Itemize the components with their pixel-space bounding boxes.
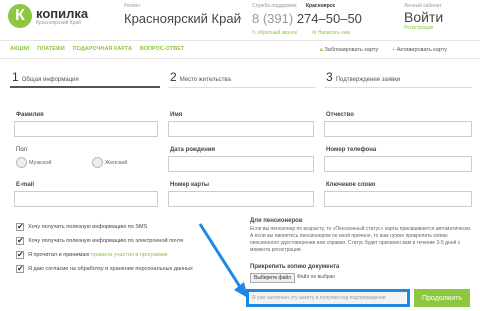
step-label: Место жительства [179,77,231,83]
gender-male-label: Мужской [29,160,52,166]
plus-icon: + [392,47,396,53]
keyword-label: Ключевое слово [326,182,376,188]
rules-text: Я прочитал и принимаю [28,252,91,258]
write-us-link[interactable]: ✉ Написать нам [312,30,350,36]
step-progress [324,87,472,88]
phone-number: 274–50–50 [296,11,362,26]
nav-item-payments[interactable]: ПЛАТЕЖИ [37,46,64,52]
confirm-code-field[interactable]: Я уже заполнил эту анкету и получил код … [250,292,406,304]
login-link[interactable]: Войти [404,9,443,25]
region-label: Регион [124,3,141,9]
step-number: 3 [326,70,333,84]
phone-input[interactable] [324,156,472,172]
logo-subtitle: Красноярский Край [36,20,81,26]
choose-file-button[interactable]: Выберите файл [250,273,296,283]
surname-label: Фамилия [16,112,44,118]
step-label: Общая информация [21,77,79,83]
surname-input[interactable] [14,121,158,137]
email-input[interactable] [14,191,158,207]
birthdate-input[interactable] [168,156,314,172]
step-progress-active [10,86,160,88]
email-checkbox[interactable]: ✔ [16,237,24,245]
nav-divider [0,58,480,59]
step-label: Подтверждение заявки [335,77,401,83]
name-label: Имя [170,112,183,118]
register-link[interactable]: Регистрация [404,25,433,31]
attach-title: Прикрепить копию документа [250,264,340,270]
consent-checkbox[interactable]: ✔ [16,265,24,273]
continue-button[interactable]: Продолжить [414,289,470,307]
step-residence: 2 Место жительства [170,70,231,84]
card-number-label: Номер карты [170,182,210,188]
patronymic-input[interactable] [324,121,472,137]
lock-icon: 🔒︎ [320,47,323,53]
step-confirmation: 3 Подтверждение заявки [326,70,400,84]
chevron-down-icon[interactable]: ▾ [238,15,242,23]
name-input[interactable] [168,121,314,137]
phone-prefix: 8 (391) [252,11,294,26]
logo-icon[interactable]: К [8,4,32,28]
step-general-info: 1 Общая информация [12,70,79,84]
step-number: 1 [12,70,19,84]
step-number: 2 [170,70,177,84]
support-phone: 8 (391) 274–50–50 [252,11,362,26]
logo-text[interactable]: копилка [36,6,88,21]
phone-label: Номер телефона [326,147,377,153]
email-label: E-mail [16,182,35,188]
keyword-input[interactable] [324,191,472,207]
nav-item-promotions[interactable]: АКЦИИ [10,46,29,52]
pensioners-title: Для пенсионеров [250,218,303,224]
support-label: Служба поддержки [252,3,297,9]
callback-link[interactable]: ↻ обратный звонок [252,30,297,36]
step-progress [168,87,316,88]
gender-female-label: Женский [105,160,128,166]
sms-checkbox-label: Хочу получать полезную информацию по SMS [28,224,148,230]
arrow-annotation-icon [198,223,248,298]
gender-male-radio[interactable] [16,157,27,168]
file-status: Файл не выбран [297,274,336,280]
activate-card-link[interactable]: + Активировать карту [392,47,447,53]
main-nav: АКЦИИ ПЛАТЕЖИ ПОДАРОЧНАЯ КАРТА ВОПРОС-ОТ… [10,46,184,52]
rules-checkbox[interactable]: ✔ [16,251,24,259]
rules-checkbox-label: Я прочитал и принимаю правила участия в … [28,252,168,258]
sms-checkbox[interactable]: ✔ [16,223,24,231]
patronymic-label: Отчество [326,112,354,118]
nav-item-faq[interactable]: ВОПРОС-ОТВЕТ [140,46,184,52]
region-select[interactable]: Красноярский Край [124,11,241,26]
block-card-link[interactable]: 🔒︎ Заблокировать карту [320,47,378,54]
pensioners-text: Если вы пенсионер по возрасту, то «Пенси… [250,226,472,253]
birthdate-label: Дата рождения [170,147,216,153]
nav-item-gift-card[interactable]: ПОДАРОЧНАЯ КАРТА [73,46,132,52]
card-number-input[interactable] [168,191,314,207]
gender-label: Пол [16,147,28,153]
header-divider [0,40,480,41]
gender-female-radio[interactable] [92,157,103,168]
support-city[interactable]: Красноярск [306,3,335,9]
